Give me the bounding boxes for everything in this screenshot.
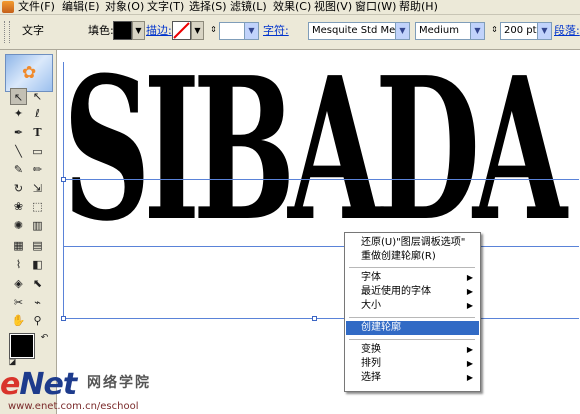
submenu-arrow-icon: ▶	[466, 301, 473, 310]
menu-separator	[349, 339, 475, 340]
menu-item-label: 排列	[361, 358, 381, 369]
submenu-arrow-icon: ▶	[466, 359, 473, 368]
selection-handle[interactable]	[61, 316, 66, 321]
selection-tool[interactable]: ↖	[10, 88, 27, 105]
logo-net: Net	[19, 367, 77, 402]
menu-item-font[interactable]: 字体 ▶	[346, 271, 479, 285]
menu-filter[interactable]: 滤镜(L)	[230, 0, 267, 14]
watermark-url: www.enet.com.cn/eschool	[8, 401, 139, 412]
hand-tool[interactable]: ✋	[10, 312, 27, 329]
blend-tool[interactable]: ◧	[29, 256, 46, 273]
menu-item-create-outlines[interactable]: 创建轮廓	[346, 321, 479, 335]
mesh-tool[interactable]: ▦	[10, 237, 27, 254]
menu-edit[interactable]: 编辑(E)	[62, 0, 100, 14]
menu-item-redo[interactable]: 重做创建轮廓(R)	[346, 250, 479, 264]
pencil-tool[interactable]: ✏	[29, 161, 46, 178]
submenu-arrow-icon: ▶	[466, 373, 473, 382]
menu-item-arrange[interactable]: 排列 ▶	[346, 357, 479, 371]
eyedropper-tool[interactable]: ⌇	[10, 256, 27, 273]
symbol-sprayer-tool[interactable]: ✺	[10, 217, 27, 234]
logo-e: e	[0, 367, 20, 402]
flower-icon: ✿	[22, 63, 37, 83]
menu-separator	[349, 317, 475, 318]
menu-item-size[interactable]: 大小 ▶	[346, 299, 479, 313]
slice-tool[interactable]: ✂	[10, 294, 27, 311]
baseline-guide	[63, 179, 579, 180]
menu-object[interactable]: 对象(O)	[105, 0, 144, 14]
pen-tool[interactable]: ✒	[10, 124, 27, 141]
menu-help[interactable]: 帮助(H)	[399, 0, 438, 14]
paintbrush-tool[interactable]: ✎	[10, 161, 27, 178]
menu-window[interactable]: 窗口(W)	[355, 0, 396, 14]
type-tool[interactable]: T	[29, 124, 46, 141]
menu-item-label: 最近使用的字体	[361, 286, 431, 297]
watermark-logo: eNet	[0, 367, 77, 402]
submenu-arrow-icon: ▶	[466, 287, 473, 296]
toolbar-grip[interactable]	[4, 21, 10, 43]
menu-effect[interactable]: 效果(C)	[273, 0, 311, 14]
free-transform-tool[interactable]: ⬚	[29, 198, 46, 215]
menu-item-transform[interactable]: 变换 ▶	[346, 343, 479, 357]
menu-item-label: 选择	[361, 372, 381, 383]
selection-handle[interactable]	[61, 177, 66, 182]
line-tool[interactable]: ╲	[10, 143, 27, 160]
menu-item-label: 变换	[361, 344, 381, 355]
menu-file[interactable]: 文件(F)	[18, 0, 55, 14]
toolbox: ✿ ↖ ↖ ✦ ℓ ✒ T ╲ ▭ ✎ ✏ ↻ ⇲ ❀ ⬚ ✺ ▥ ▦ ▤ ⌇ …	[0, 50, 57, 414]
swap-colors-icon[interactable]: ↶	[36, 330, 53, 347]
menu-separator	[349, 267, 475, 268]
submenu-arrow-icon: ▶	[466, 345, 473, 354]
rectangle-tool[interactable]: ▭	[29, 143, 46, 160]
column-graph-tool[interactable]: ▥	[29, 217, 46, 234]
selection-handle[interactable]	[312, 316, 317, 321]
live-paint-selection-tool[interactable]: ⬉	[29, 275, 46, 292]
selection-bottom-edge	[63, 318, 579, 319]
gradient-tool[interactable]: ▤	[29, 237, 46, 254]
lasso-tool[interactable]: ℓ	[29, 105, 46, 122]
menu-item-recent-fonts[interactable]: 最近使用的字体 ▶	[346, 285, 479, 299]
toolbox-header: ✿	[5, 54, 53, 92]
baseline-guide	[63, 246, 579, 247]
selection-left-edge	[63, 62, 64, 319]
rotate-tool[interactable]: ↻	[10, 180, 27, 197]
menu-item-select[interactable]: 选择 ▶	[346, 371, 479, 385]
menu-type[interactable]: 文字(T)	[147, 0, 184, 14]
menu-item-undo[interactable]: 还原(U)"图层调板选项"	[346, 236, 479, 250]
canvas-text[interactable]: SIBADA	[63, 52, 567, 248]
scissors-tool[interactable]: ⌁	[29, 294, 46, 311]
menu-select[interactable]: 选择(S)	[189, 0, 227, 14]
menu-item-label: 字体	[361, 272, 381, 283]
zoom-tool[interactable]: ⚲	[29, 312, 46, 329]
watermark-chinese: 网络学院	[87, 375, 151, 391]
menu-view[interactable]: 视图(V)	[314, 0, 352, 14]
menu-bar: 文件(F) 编辑(E) 对象(O) 文字(T) 选择(S) 滤镜(L) 效果(C…	[0, 0, 580, 15]
submenu-arrow-icon: ▶	[466, 273, 473, 282]
direct-selection-tool[interactable]: ↖	[29, 88, 46, 105]
menu-item-label: 大小	[361, 300, 381, 311]
live-paint-tool[interactable]: ◈	[10, 275, 27, 292]
app-icon[interactable]	[2, 1, 14, 13]
warp-tool[interactable]: ❀	[10, 198, 27, 215]
magic-wand-tool[interactable]: ✦	[10, 105, 27, 122]
scale-tool[interactable]: ⇲	[29, 180, 46, 197]
context-menu: 还原(U)"图层调板选项" 重做创建轮廓(R) 字体 ▶ 最近使用的字体 ▶ 大…	[344, 232, 481, 392]
tool-label: 文字	[22, 24, 44, 37]
